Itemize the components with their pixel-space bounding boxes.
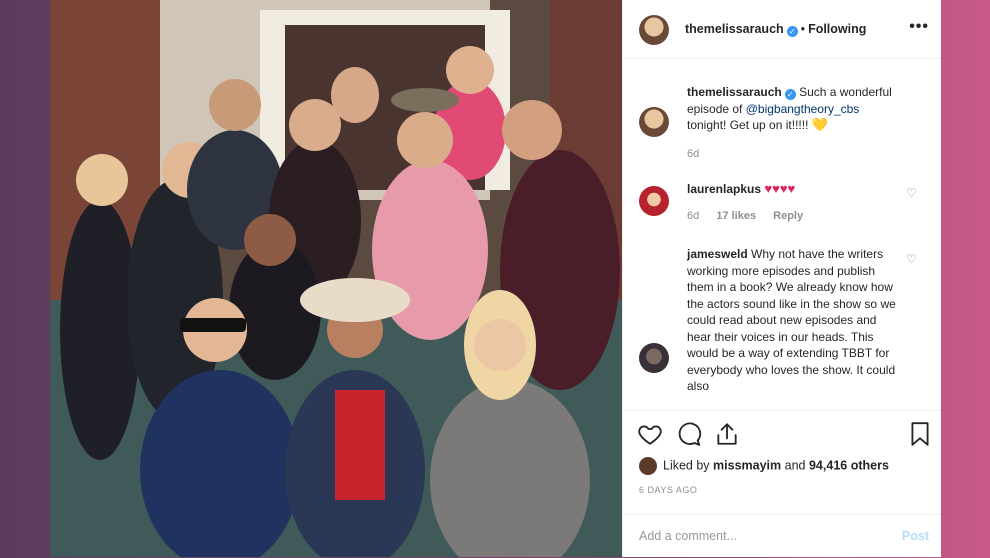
verified-badge-icon: ✓ [784, 89, 796, 100]
likes-connector: and [784, 458, 806, 473]
comment-age[interactable]: 6d [687, 210, 699, 222]
heart-outline-icon[interactable] [637, 421, 663, 447]
post-header: themelissarauch ✓ • Following ••• [623, 0, 941, 59]
caption-mention-link[interactable]: @bigbangtheory_cbs [746, 102, 860, 116]
red-hearts-emoji: ♥♥♥♥ [764, 181, 796, 196]
commenter-avatar[interactable] [639, 343, 669, 373]
caption-avatar[interactable] [639, 107, 669, 137]
liker-avatar[interactable] [639, 457, 657, 475]
caption-text: themelissarauch ✓ Such a wonderful episod… [687, 84, 897, 134]
following-button[interactable]: Following [808, 22, 866, 36]
post-comment-button[interactable]: Post [902, 529, 929, 543]
bookmark-icon[interactable] [907, 421, 933, 447]
comment-likes[interactable]: 17 likes [716, 210, 756, 222]
author-avatar[interactable] [639, 15, 669, 45]
separator-dot: • [800, 22, 806, 36]
comment-body: Why not have the writers working more ep… [687, 247, 896, 393]
share-icon[interactable] [714, 421, 740, 447]
post-panel: themelissarauch ✓ • Following ••• themeliss… [622, 0, 941, 557]
commenter-username[interactable]: laurenlapkus [687, 182, 761, 196]
add-comment-bar: Add a comment... Post [623, 514, 941, 558]
header-line: themelissarauch ✓ • Following [685, 22, 866, 37]
caption-username[interactable]: themelissarauch [687, 85, 782, 99]
comments-list[interactable]: themelissarauch ✓ Such a wonderful episod… [623, 58, 941, 410]
comment-like-icon[interactable]: ♡ [906, 186, 917, 200]
author-username[interactable]: themelissarauch [685, 22, 784, 36]
comment-text: jamesweld Why not have the writers worki… [687, 246, 903, 395]
caption-age[interactable]: 6d [687, 148, 699, 160]
post-timestamp[interactable]: 6 DAYS AGO [639, 485, 697, 495]
caption-meta: 6d [687, 148, 713, 160]
liked-by-prefix: Liked by [663, 458, 710, 473]
add-comment-input[interactable]: Add a comment... [639, 529, 737, 543]
likes-summary: Liked by missmayim and 94,416 others [639, 457, 889, 475]
verified-badge-icon: ✓ [786, 26, 798, 37]
post-actions: Liked by missmayim and 94,416 others 6 D… [623, 410, 941, 515]
more-options-icon[interactable]: ••• [909, 18, 929, 36]
comment-bubble-icon[interactable] [676, 421, 702, 447]
reply-button[interactable]: Reply [773, 210, 803, 222]
comment-like-icon[interactable]: ♡ [906, 252, 917, 266]
commenter-username[interactable]: jamesweld [687, 247, 748, 261]
comment-text: laurenlapkus ♥♥♥♥ [687, 181, 897, 198]
comment-meta: 6d 17 likes Reply [687, 210, 817, 222]
commenter-avatar[interactable] [639, 186, 669, 216]
caption-body-end: tonight! Get up on it!!!!! [687, 118, 812, 132]
liker-username[interactable]: missmayim [713, 458, 781, 472]
likes-count-link[interactable]: 94,416 others [809, 458, 889, 472]
post-photo[interactable] [50, 0, 622, 557]
cast-group-photo [50, 0, 622, 557]
yellow-heart-emoji: 💛 [811, 117, 828, 132]
